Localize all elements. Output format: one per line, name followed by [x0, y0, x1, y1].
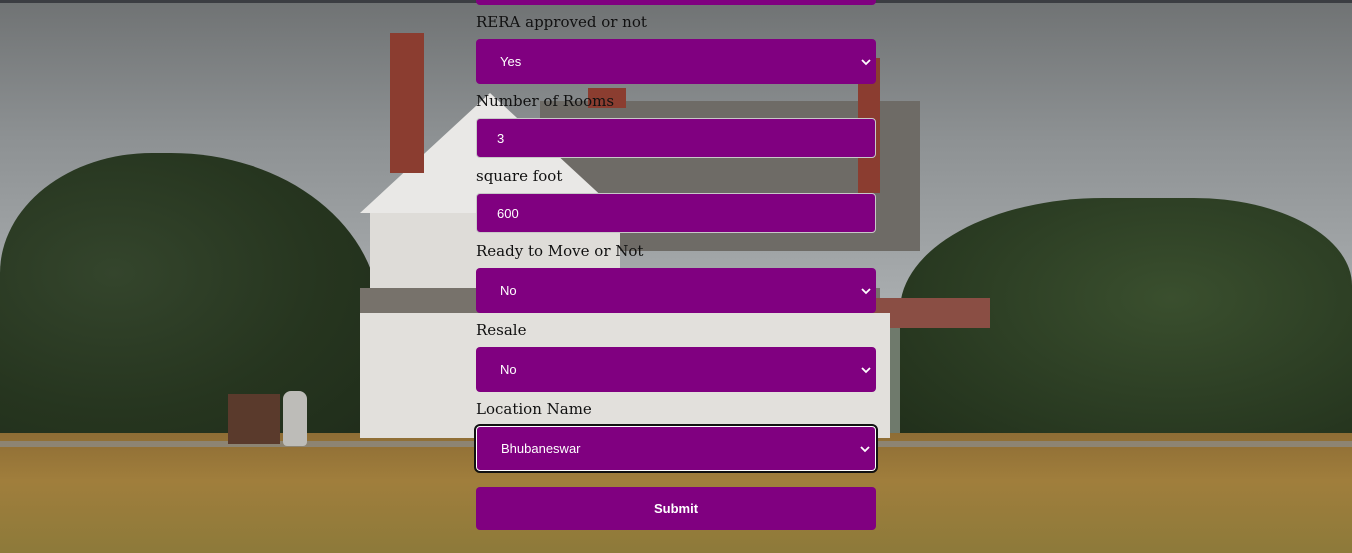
ready-to-move-select[interactable]: No	[476, 268, 876, 313]
chimney-left	[390, 33, 424, 173]
chevron-down-icon	[860, 445, 870, 452]
sign-post	[283, 391, 307, 446]
chevron-down-icon	[861, 58, 871, 65]
location-select[interactable]: Bhubaneswar	[474, 424, 878, 473]
location-label: Location Name	[476, 400, 592, 418]
rooms-input[interactable]: 3	[476, 118, 876, 158]
submit-button[interactable]: Submit	[476, 487, 876, 530]
previous-field-edge	[476, 0, 876, 5]
rera-select-value: Yes	[500, 54, 522, 69]
rera-label: RERA approved or not	[476, 13, 647, 31]
location-select-value: Bhubaneswar	[501, 441, 581, 456]
square-foot-input[interactable]: 600	[476, 193, 876, 233]
rooms-input-value: 3	[497, 130, 505, 146]
rooms-label: Number of Rooms	[476, 92, 615, 110]
chevron-down-icon	[861, 366, 871, 373]
ready-to-move-select-value: No	[500, 283, 517, 298]
marker-sign	[228, 394, 280, 444]
ready-to-move-label: Ready to Move or Not	[476, 242, 644, 260]
rera-select[interactable]: Yes	[476, 39, 876, 84]
resale-select[interactable]: No	[476, 347, 876, 392]
square-foot-input-value: 600	[497, 205, 519, 221]
chevron-down-icon	[861, 287, 871, 294]
square-foot-label: square foot	[476, 167, 563, 185]
resale-select-value: No	[500, 362, 517, 377]
resale-label: Resale	[476, 321, 527, 339]
prediction-form: RERA approved or not Yes Number of Rooms…	[474, 0, 878, 553]
